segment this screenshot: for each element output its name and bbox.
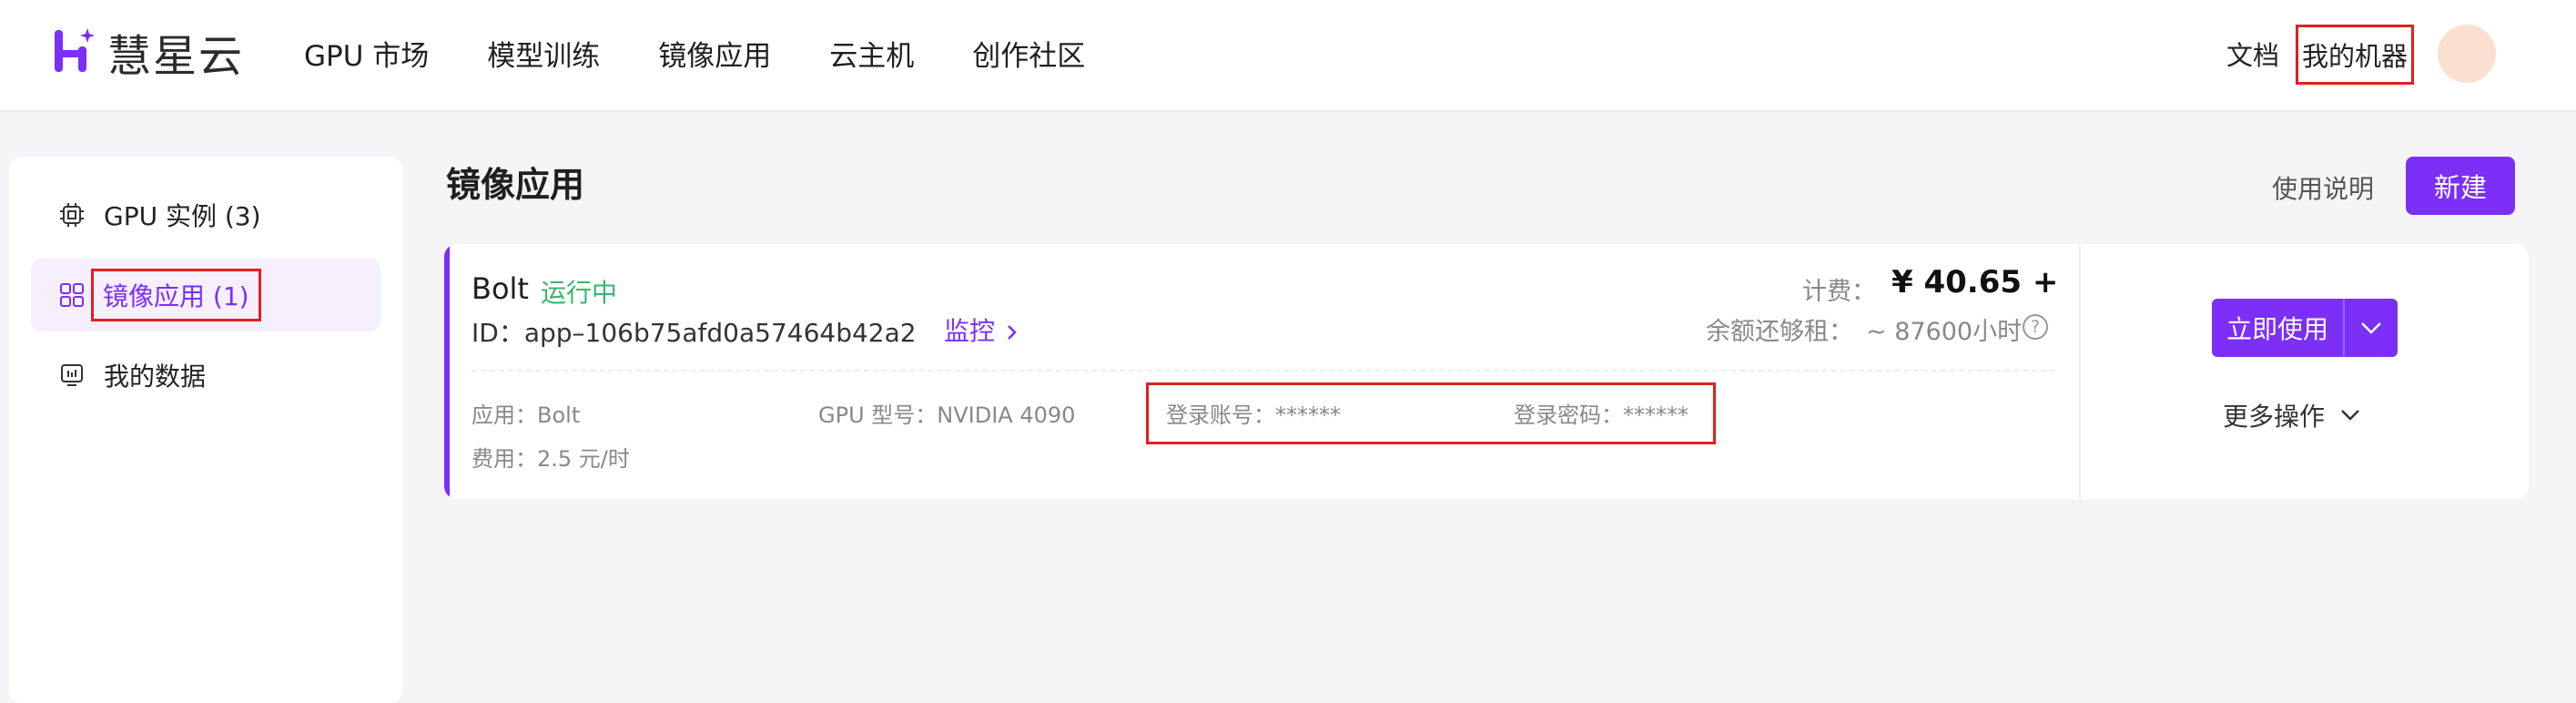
use-now-label: 立即使用 <box>2226 314 2328 344</box>
nav-gpu-market[interactable]: GPU 市场 <box>304 33 429 74</box>
balance-label: 余额还够租： <box>1706 318 1853 346</box>
card-divider <box>472 370 2055 372</box>
nav-image-apps[interactable]: 镜像应用 <box>658 33 771 74</box>
my-machines-link[interactable]: 我的机器 <box>2296 25 2414 85</box>
use-now-button-group: 立即使用 <box>2212 299 2398 357</box>
sidebar-item-label: 镜像应用 (1) <box>91 269 261 321</box>
use-now-dropdown-button[interactable] <box>2343 299 2398 357</box>
card-accent-bar <box>444 244 450 499</box>
billing-label: 计费： <box>1802 278 1876 306</box>
app-id: ID：app–106b75afd0a57464b42a2 <box>472 318 917 348</box>
nav-cloud-host[interactable]: 云主机 <box>829 33 914 74</box>
logo-text: 慧星云 <box>107 31 245 82</box>
sidebar-item-label: 我的数据 <box>104 362 207 392</box>
nav-model-training[interactable]: 模型训练 <box>487 33 600 74</box>
chip-icon <box>58 201 86 229</box>
logo[interactable]: 慧星云 <box>53 24 244 82</box>
status-badge: 运行中 <box>541 278 618 308</box>
billing-value: ¥ 40.65 + <box>1891 264 2059 301</box>
main-nav: GPU 市场 模型训练 镜像应用 云主机 创作社区 <box>304 33 1085 74</box>
logo-mark-icon <box>53 26 96 77</box>
sidebar: GPU 实例 (3) 镜像应用 (1) 我的数据 <box>9 157 402 703</box>
page-title: 镜像应用 <box>446 165 585 205</box>
new-button[interactable]: 新建 <box>2406 157 2515 215</box>
detail-fee: 费用：2.5 元/时 <box>472 446 630 472</box>
grid-icon <box>58 281 86 309</box>
nav-community[interactable]: 创作社区 <box>972 33 1085 74</box>
more-actions-label: 更多操作 <box>2223 402 2326 432</box>
sidebar-item-my-data[interactable]: 我的数据 <box>31 339 380 412</box>
balance-value: ~ 87600小时 <box>1866 318 2023 346</box>
chevron-down-icon <box>2361 322 2381 334</box>
more-actions-button[interactable]: 更多操作 <box>2223 397 2361 433</box>
sidebar-item-label: GPU 实例 (3) <box>104 201 261 231</box>
monitor-icon <box>58 362 86 389</box>
app-instance-card: Bolt 运行中 ID：app–106b75afd0a57464b42a2 监控… <box>444 244 2529 499</box>
card-actions-panel: 立即使用 更多操作 <box>2079 244 2529 499</box>
credentials-highlight-box <box>1146 382 1716 444</box>
app-name: Bolt <box>472 271 529 306</box>
use-now-button[interactable]: 立即使用 <box>2212 299 2343 357</box>
monitor-label: 监控 <box>944 316 996 346</box>
usage-guide-link[interactable]: 使用说明 <box>2272 169 2374 206</box>
help-icon[interactable]: ? <box>2023 314 2048 340</box>
chevron-down-icon <box>2341 410 2359 421</box>
detail-app: 应用：Bolt <box>472 402 581 428</box>
sidebar-item-gpu-instances[interactable]: GPU 实例 (3) <box>31 178 380 251</box>
chevron-right-icon <box>1008 325 1017 340</box>
my-machines-label: 我的机器 <box>2301 41 2408 72</box>
docs-link[interactable]: 文档 <box>2226 35 2279 73</box>
detail-gpu-model: GPU 型号：NVIDIA 4090 <box>818 402 1076 428</box>
avatar[interactable] <box>2438 25 2496 83</box>
top-navigation-bar: 慧星云 GPU 市场 模型训练 镜像应用 云主机 创作社区 文档 我的机器 <box>0 0 2576 112</box>
sidebar-item-image-apps[interactable]: 镜像应用 (1) <box>31 259 380 331</box>
monitor-link[interactable]: 监控 <box>944 311 1019 348</box>
new-button-label: 新建 <box>2433 172 2487 203</box>
